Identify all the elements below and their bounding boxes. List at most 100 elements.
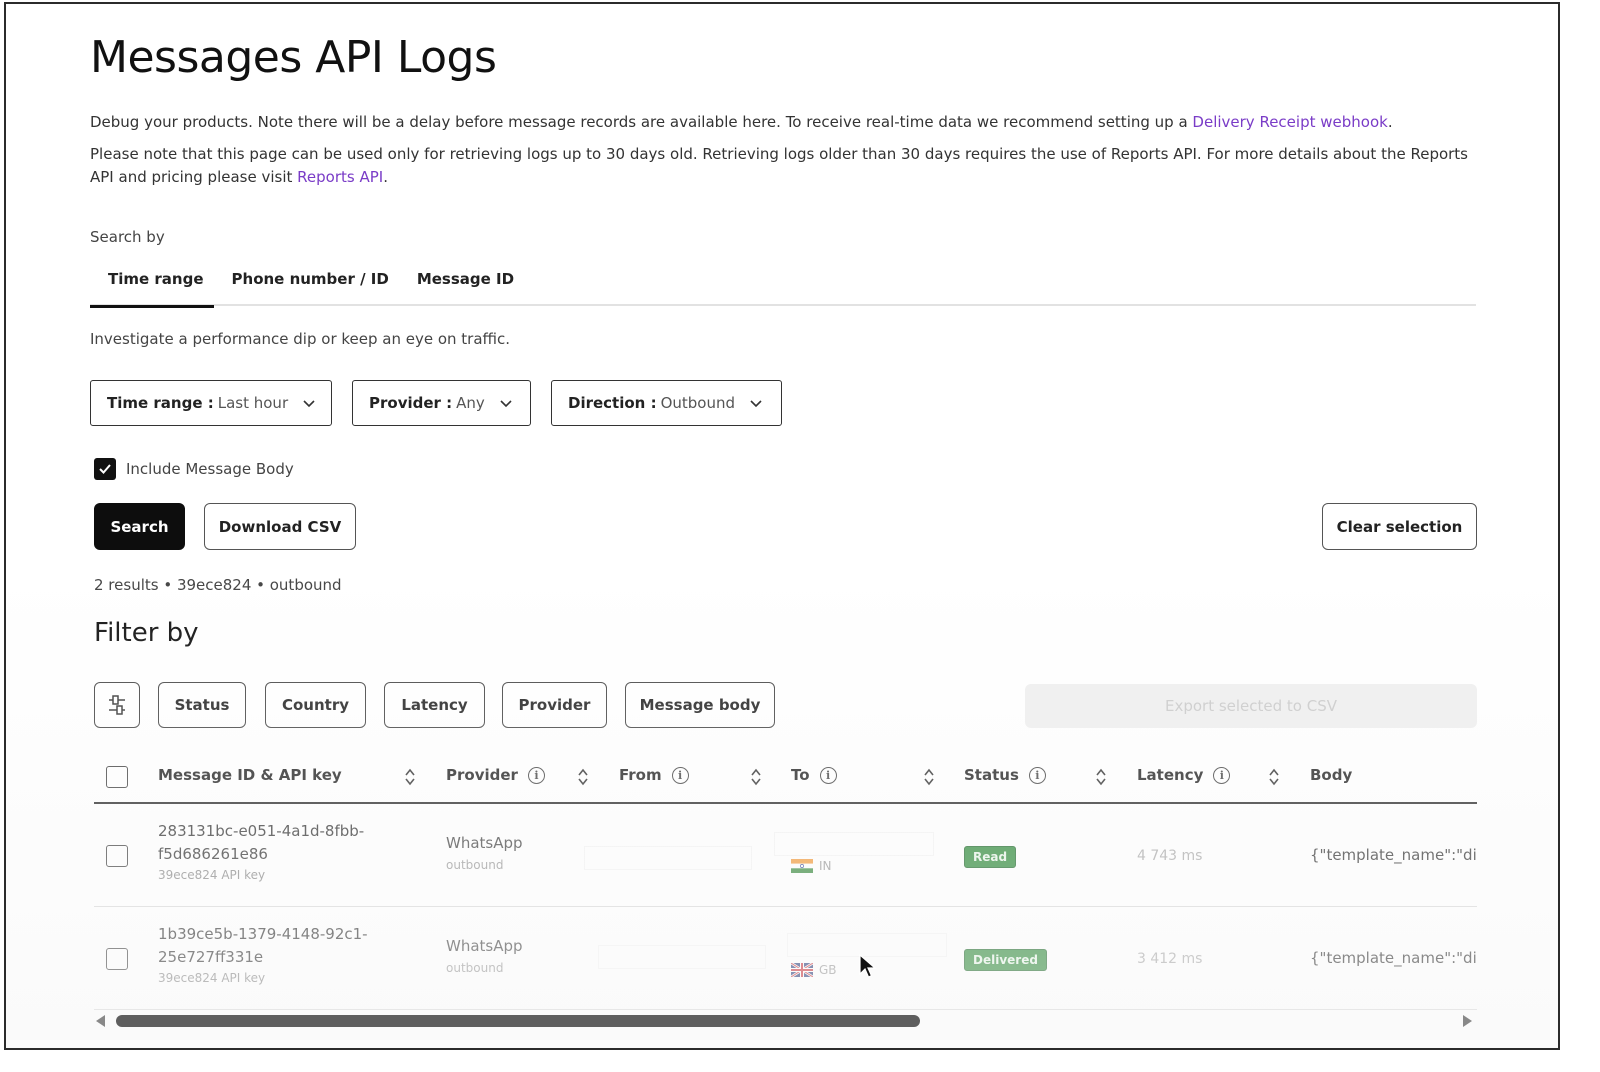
message-body: {"template_name":"di (1310, 949, 1477, 967)
message-body: {"template_name":"di (1310, 846, 1477, 864)
search-button[interactable]: Search (94, 503, 185, 550)
sort-icon[interactable] (578, 768, 588, 786)
column-header-status[interactable]: Status i (964, 766, 1046, 784)
description-delivery: Debug your products. Note there will be … (90, 111, 1393, 134)
dropdown-key: Provider : (369, 394, 453, 412)
to-country-code: GB (819, 963, 837, 977)
logs-table: Message ID & API key Provider i From i To i… (94, 752, 1477, 1010)
sort-icon[interactable] (1096, 768, 1106, 786)
clear-selection-button[interactable]: Clear selection (1322, 503, 1477, 550)
direction-label: outbound (446, 858, 504, 872)
scroll-right-arrow-icon[interactable] (1463, 1015, 1472, 1027)
to-number-redacted (774, 832, 934, 856)
provider-name: WhatsApp (446, 834, 523, 852)
column-header-from[interactable]: From i (619, 766, 689, 784)
action-buttons: Search Download CSV Clear selection (94, 503, 1477, 550)
direction-dropdown[interactable]: Direction : Outbound (551, 380, 782, 426)
message-id-line: 25e727ff331e (158, 948, 264, 966)
info-icon[interactable]: i (1028, 766, 1046, 784)
table-row[interactable]: 1b39ce5b-1379-4148-92c1- 25e727ff331e 39… (94, 907, 1477, 1010)
chevron-down-icon (500, 400, 512, 408)
message-id: 1b39ce5b-1379-4148-92c1- 25e727ff331e (158, 923, 368, 969)
dropdown-value: Outbound (660, 394, 736, 412)
results-summary: 2 results • 39ece824 • outbound (94, 576, 342, 594)
info-icon[interactable]: i (527, 766, 545, 784)
tab-message-id[interactable]: Message ID (417, 266, 514, 306)
message-id: 283131bc-e051-4a1d-8fbb- f5d686261e86 (158, 820, 364, 866)
latency-value: 4 743 ms (1137, 848, 1203, 864)
search-by-label: Search by (90, 228, 165, 246)
api-key: 39ece824 API key (158, 971, 266, 985)
message-id-line: 1b39ce5b-1379-4148-92c1- (158, 925, 368, 943)
sort-icon[interactable] (1269, 768, 1279, 786)
filter-message-body-chip[interactable]: Message body (625, 682, 775, 728)
india-flag-icon (791, 859, 813, 873)
column-header-message-id[interactable]: Message ID & API key (158, 766, 342, 784)
filter-dropdowns: Time range : Last hour Provider : Any Di… (90, 380, 802, 426)
column-label: Status (964, 766, 1019, 784)
dropdown-key: Direction : (568, 394, 657, 412)
filter-provider-chip[interactable]: Provider (502, 682, 607, 728)
sort-icon[interactable] (924, 768, 934, 786)
column-label: Message ID & API key (158, 766, 342, 784)
select-all-checkbox[interactable] (106, 766, 128, 788)
delivery-receipt-link[interactable]: Delivery Receipt webhook (1192, 113, 1387, 131)
row-checkbox[interactable] (106, 948, 128, 970)
scroll-left-arrow-icon[interactable] (96, 1015, 105, 1027)
column-label: To (791, 766, 810, 784)
page-title: Messages API Logs (90, 32, 497, 83)
description-delivery-text: Debug your products. Note there will be … (90, 113, 1193, 131)
reports-api-link[interactable]: Reports API (297, 168, 383, 186)
column-header-provider[interactable]: Provider i (446, 766, 545, 784)
horizontal-scrollbar[interactable] (94, 1012, 1478, 1030)
chevron-down-icon (750, 400, 762, 408)
column-label: Latency (1137, 766, 1204, 784)
sort-icon[interactable] (405, 768, 415, 786)
tab-time-range[interactable]: Time range (90, 266, 214, 308)
to-country-code: IN (819, 859, 832, 873)
scrollbar-thumb[interactable] (116, 1015, 920, 1027)
export-selected-button[interactable]: Export selected to CSV (1025, 684, 1477, 728)
cursor-icon (859, 954, 877, 978)
provider-name: WhatsApp (446, 937, 523, 955)
tab-phone-number[interactable]: Phone number / ID (232, 266, 389, 306)
filter-sliders-icon (109, 695, 125, 715)
provider-dropdown[interactable]: Provider : Any (352, 380, 531, 426)
column-label: Provider (446, 766, 518, 784)
column-header-to[interactable]: To i (791, 766, 837, 784)
search-hint: Investigate a performance dip or keep an… (90, 330, 511, 348)
time-range-dropdown[interactable]: Time range : Last hour (90, 380, 332, 426)
description-reports: Please note that this page can be used o… (90, 143, 1475, 189)
info-icon[interactable]: i (819, 766, 837, 784)
filter-country-chip[interactable]: Country (265, 682, 366, 728)
check-icon (99, 464, 111, 474)
info-icon[interactable]: i (671, 766, 689, 784)
description-reports-end: . (383, 168, 388, 186)
sort-icon[interactable] (751, 768, 761, 786)
dropdown-value: Last hour (217, 394, 289, 412)
app-window: Messages API Logs Debug your products. N… (4, 2, 1560, 1050)
include-body-label: Include Message Body (126, 460, 294, 478)
filter-settings-button[interactable] (94, 682, 140, 728)
table-row[interactable]: 283131bc-e051-4a1d-8fbb- f5d686261e86 39… (94, 804, 1477, 907)
column-header-body[interactable]: Body (1310, 766, 1352, 784)
dropdown-key: Time range : (107, 394, 214, 412)
row-checkbox[interactable] (106, 845, 128, 867)
include-body-checkbox[interactable] (94, 458, 116, 480)
from-number-redacted (584, 846, 752, 870)
status-badge: Delivered (964, 949, 1047, 971)
direction-label: outbound (446, 961, 504, 975)
info-icon[interactable]: i (1213, 766, 1231, 784)
latency-value: 3 412 ms (1137, 951, 1203, 967)
column-header-latency[interactable]: Latency i (1137, 766, 1231, 784)
dropdown-value: Any (456, 394, 485, 412)
filter-status-chip[interactable]: Status (158, 682, 246, 728)
filter-latency-chip[interactable]: Latency (384, 682, 485, 728)
column-label: From (619, 766, 662, 784)
status-badge: Read (964, 846, 1017, 868)
column-label: Body (1310, 766, 1353, 784)
filter-chips: Status Country Latency Provider Message … (94, 682, 1477, 729)
download-csv-button[interactable]: Download CSV (204, 503, 356, 550)
filter-title: Filter by (94, 618, 199, 648)
api-key: 39ece824 API key (158, 868, 266, 882)
